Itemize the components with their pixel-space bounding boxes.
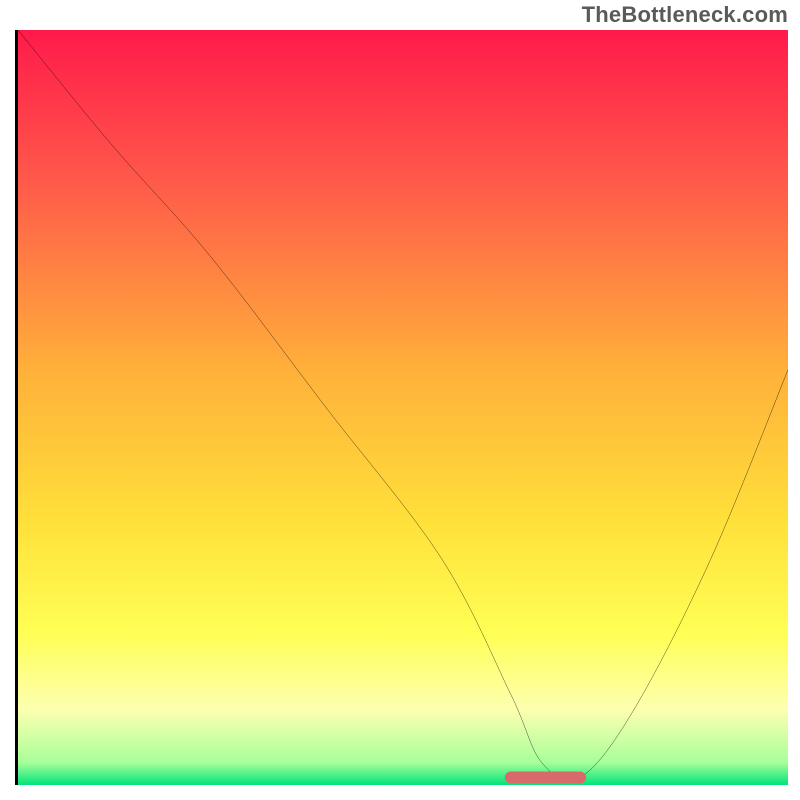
watermark-text: TheBottleneck.com <box>582 2 788 28</box>
chart-background <box>18 30 788 785</box>
chart-svg <box>18 30 788 785</box>
chart-container: TheBottleneck.com <box>0 0 800 800</box>
